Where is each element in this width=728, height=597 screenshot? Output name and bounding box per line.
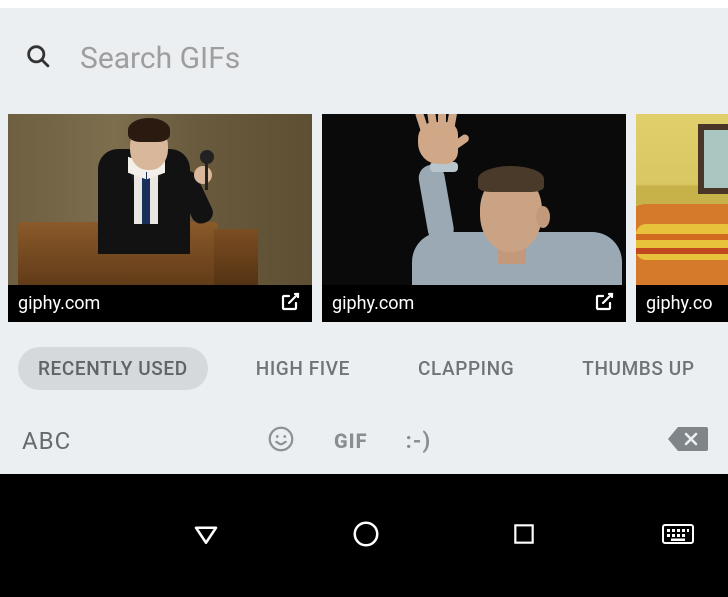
backspace-button[interactable] [666,424,710,458]
category-chip-recently-used[interactable]: RECENTLY USED [18,347,208,390]
gif-result[interactable]: giphy.co [636,114,728,322]
gif-result[interactable]: giphy.com [8,114,312,322]
gif-tab-button[interactable]: GIF [334,429,368,453]
abc-keyboard-button[interactable]: ABC [22,427,71,455]
gif-thumbnail [322,114,626,290]
keyboard-mode-row: ABC GIF :-) [0,408,728,474]
emoji-icon [266,424,296,458]
gif-source-label: giphy.co [646,293,713,314]
open-external-icon[interactable] [592,290,616,318]
nav-recent-button[interactable] [511,521,537,551]
android-nav-bar [0,474,728,597]
search-bar [0,8,728,108]
nav-keyboard-icon [662,531,694,550]
gif-result[interactable]: giphy.com [322,114,626,322]
gif-source-label: giphy.com [18,293,100,314]
search-input[interactable] [80,41,580,76]
gif-keyboard-panel: giphy.com [0,0,728,597]
category-chip-high-five[interactable]: HIGH FIVE [236,347,370,390]
textface-tab-button[interactable]: :-) [406,429,432,454]
gif-footer: giphy.com [8,285,312,322]
open-external-icon[interactable] [278,290,302,318]
nav-home-icon [351,534,381,553]
nav-back-button[interactable] [191,519,221,553]
nav-keyboard-button[interactable] [662,522,694,550]
gif-footer: giphy.com [322,285,626,322]
gif-footer: giphy.co [636,285,728,322]
gif-thumbnail [636,114,728,290]
category-chip-thumbs-up[interactable]: THUMBS UP [562,347,714,390]
nav-recent-icon [511,532,537,551]
gif-thumbnail [8,114,312,290]
gif-category-row[interactable]: RECENTLY USED HIGH FIVE CLAPPING THUMBS … [0,328,728,408]
gif-results-strip[interactable]: giphy.com [0,108,728,328]
nav-home-button[interactable] [351,519,381,553]
top-edge [0,0,728,8]
nav-back-icon [191,534,221,553]
emoji-tab-button[interactable] [266,424,296,458]
search-icon[interactable] [24,42,52,74]
category-chip-clapping[interactable]: CLAPPING [398,347,534,390]
gif-source-label: giphy.com [332,293,414,314]
backspace-icon [666,439,710,458]
